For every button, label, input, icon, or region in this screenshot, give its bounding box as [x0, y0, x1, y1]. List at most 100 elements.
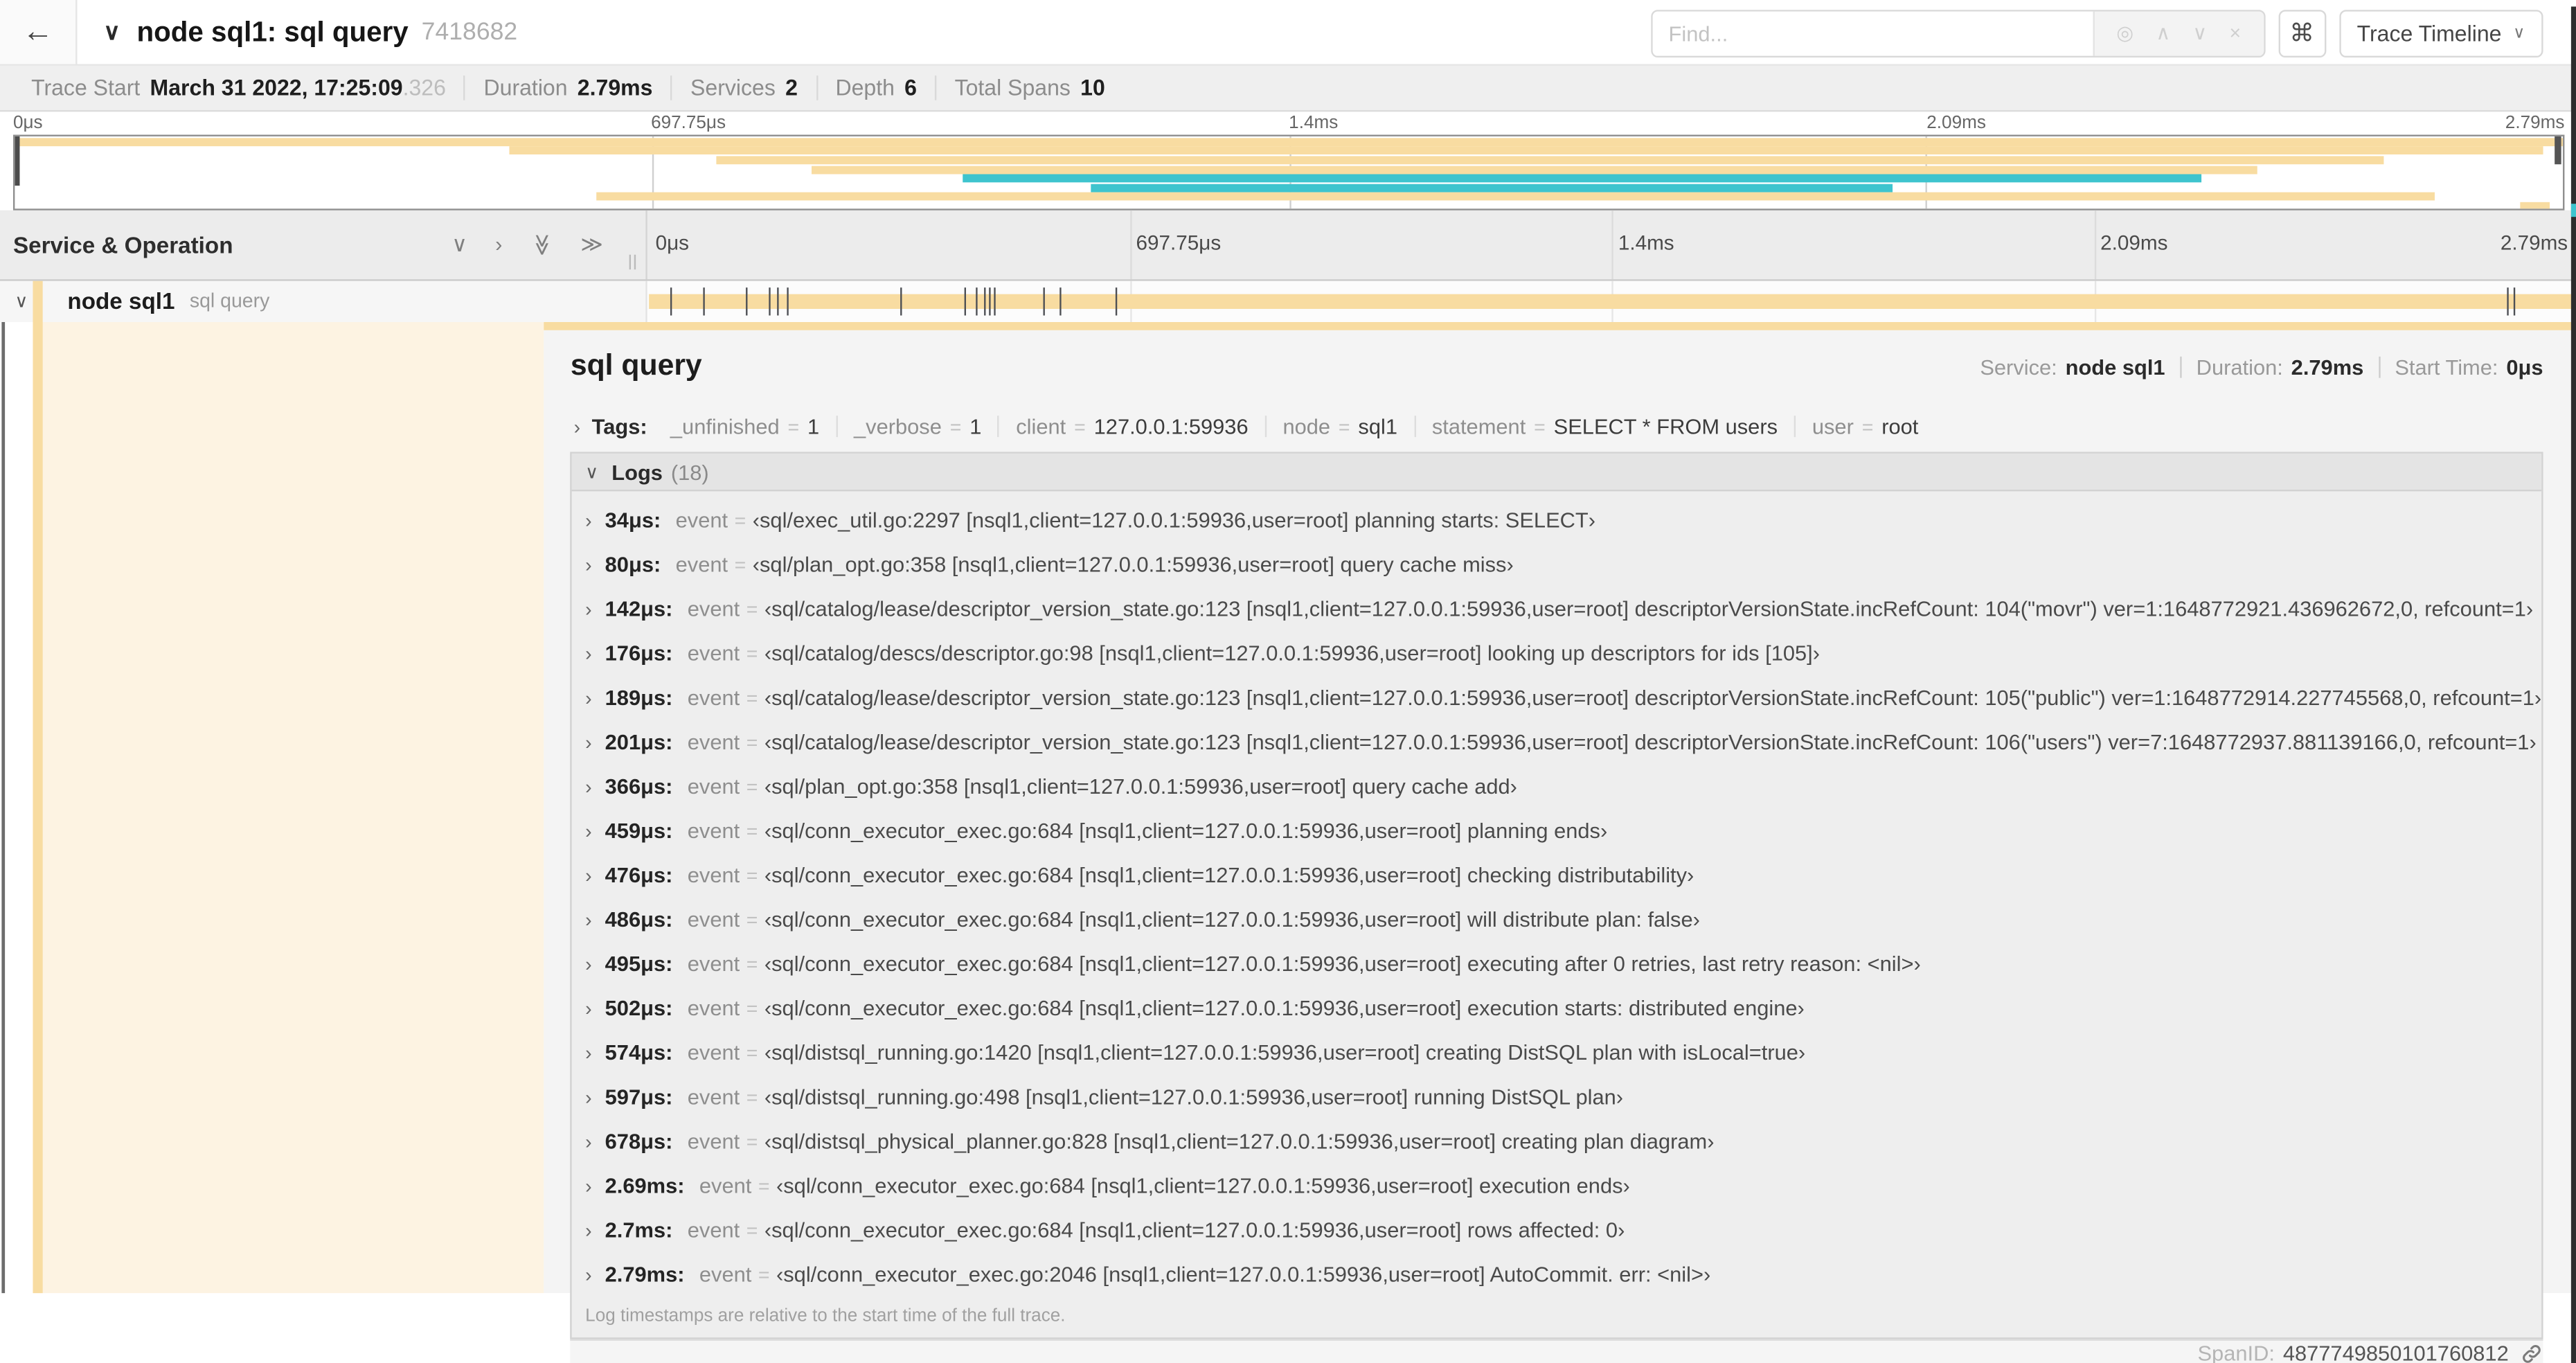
log-field-key: event: [687, 1085, 740, 1110]
ruler-tick: 0μs: [655, 231, 690, 254]
tags-list: _unfinished = 1 _verbose = 1 client = 12…: [654, 414, 1935, 439]
log-equals: =: [746, 597, 758, 621]
log-entry-row[interactable]: › 678μs: event = ‹sql/distsql_physical_p…: [572, 1119, 2541, 1164]
log-equals: =: [758, 1174, 770, 1197]
keyboard-shortcuts-button[interactable]: ⌘: [2278, 9, 2326, 57]
log-marker-tick[interactable]: [994, 287, 996, 315]
log-equals: =: [758, 1263, 770, 1286]
log-entry-row[interactable]: › 189μs: event = ‹sql/catalog/lease/desc…: [572, 675, 2541, 720]
log-field-key: event: [687, 685, 740, 711]
logs-header[interactable]: ∨ Logs (18): [572, 454, 2542, 492]
viewport-scrubber-right[interactable]: [2555, 135, 2561, 164]
spanid-label: SpanID:: [2197, 1341, 2275, 1363]
timeline-gridline: [1129, 209, 1132, 279]
log-equals: =: [746, 952, 758, 976]
log-entry-row[interactable]: › 366μs: event = ‹sql/plan_opt.go:358 [n…: [572, 764, 2541, 808]
log-marker-tick[interactable]: [989, 287, 992, 315]
log-entry-row[interactable]: › 34μs: event = ‹sql/exec_util.go:2297 […: [572, 498, 2541, 542]
log-marker-tick[interactable]: [702, 287, 705, 315]
tag-key: _verbose: [854, 414, 942, 439]
deep-link-icon[interactable]: [2520, 1342, 2543, 1363]
minimap-tick: 0μs: [12, 112, 43, 133]
tag-equals: =: [949, 415, 962, 438]
log-entry-row[interactable]: › 459μs: event = ‹sql/conn_executor_exec…: [572, 808, 2541, 853]
timeline-gridline: [2093, 209, 2096, 279]
log-marker-tick[interactable]: [786, 287, 788, 315]
log-marker-tick[interactable]: [1059, 287, 1062, 315]
log-marker-tick[interactable]: [964, 287, 967, 315]
logs-footnote: Log timestamps are relative to the start…: [585, 1306, 1066, 1326]
log-field-key: event: [687, 818, 740, 844]
timeline-main: Service & Operation ∨ › ≫ ≫ 0μs 697.75μs…: [0, 209, 2576, 1363]
log-marker-tick[interactable]: [778, 287, 780, 315]
meta-value: 0μs: [2506, 355, 2543, 380]
locate-icon[interactable]: ◎: [2116, 21, 2134, 44]
chevron-right-icon: ›: [585, 863, 592, 887]
log-entry-row[interactable]: › 2.79ms: event = ‹sql/conn_executor_exe…: [572, 1252, 2541, 1297]
find-next-icon[interactable]: ∨: [2192, 21, 2207, 44]
find-input[interactable]: [1652, 10, 2093, 55]
log-entry-row[interactable]: › 80μs: event = ‹sql/plan_opt.go:358 [ns…: [572, 542, 2541, 587]
summary-item: Depth 6: [817, 75, 937, 100]
log-field-value: ‹sql/conn_executor_exec.go:684 [nsql1,cl…: [776, 1173, 1630, 1198]
tag-equals: =: [787, 415, 800, 438]
log-marker-tick[interactable]: [976, 287, 978, 315]
detail-span-bar[interactable]: [544, 321, 2576, 331]
span-collapse-icon[interactable]: ∨: [15, 290, 28, 311]
log-entry-row[interactable]: › 201μs: event = ‹sql/catalog/lease/desc…: [572, 720, 2541, 764]
log-entry-row[interactable]: › 176μs: event = ‹sql/catalog/descs/desc…: [572, 631, 2541, 675]
summary-label: Total Spans: [954, 75, 1071, 100]
tags-accordian[interactable]: › Tags: _unfinished = 1 _verbose = 1 cli…: [571, 414, 2543, 439]
log-entry-row[interactable]: › 597μs: event = ‹sql/distsql_running.go…: [572, 1075, 2541, 1119]
expand-one-icon[interactable]: ›: [495, 231, 502, 258]
log-marker-tick[interactable]: [769, 287, 771, 315]
column-resizer-grip[interactable]: [629, 253, 636, 269]
log-marker-tick[interactable]: [1116, 287, 1118, 315]
log-entry-row[interactable]: › 2.69ms: event = ‹sql/conn_executor_exe…: [572, 1164, 2541, 1208]
log-field-key: event: [687, 951, 740, 977]
view-type-label: Trace Timeline: [2356, 20, 2502, 46]
log-entry-row[interactable]: › 502μs: event = ‹sql/conn_executor_exec…: [572, 986, 2541, 1031]
log-field-value: ‹sql/catalog/lease/descriptor_version_st…: [764, 729, 2537, 755]
log-marker-tick[interactable]: [1044, 287, 1046, 315]
log-entry-row[interactable]: › 495μs: event = ‹sql/conn_executor_exec…: [572, 942, 2541, 986]
span-row-name-cell[interactable]: ∨ node sql1 sql query: [0, 280, 647, 322]
log-marker-tick[interactable]: [745, 287, 747, 315]
minimap-spans: [15, 137, 2564, 208]
chevron-right-icon: ›: [585, 952, 592, 976]
log-entry-row[interactable]: › 486μs: event = ‹sql/conn_executor_exec…: [572, 898, 2541, 942]
summary-suffix: .326: [402, 75, 446, 100]
chevron-right-icon: ›: [585, 997, 592, 1020]
log-timestamp: 597μs:: [605, 1085, 673, 1110]
trace-minimap[interactable]: [12, 134, 2565, 210]
collapse-trace-icon[interactable]: ∨: [103, 18, 120, 46]
find-clear-icon[interactable]: ×: [2229, 21, 2241, 44]
logs-count: (18): [670, 459, 709, 484]
tag-equals: =: [1861, 415, 1874, 438]
log-marker-tick[interactable]: [670, 287, 673, 315]
span-duration-bar[interactable]: [649, 293, 2573, 310]
log-timestamp: 142μs:: [605, 596, 673, 622]
view-type-dropdown[interactable]: Trace Timeline ∨: [2338, 9, 2543, 57]
expand-all-icon[interactable]: ≫: [580, 231, 602, 258]
log-marker-tick[interactable]: [2514, 287, 2516, 315]
log-entry-row[interactable]: › 2.7ms: event = ‹sql/conn_executor_exec…: [572, 1208, 2541, 1252]
log-entry-row[interactable]: › 476μs: event = ‹sql/conn_executor_exec…: [572, 853, 2541, 898]
log-entry-row[interactable]: › 574μs: event = ‹sql/distsql_running.go…: [572, 1031, 2541, 1075]
log-entry-row[interactable]: › 142μs: event = ‹sql/catalog/lease/desc…: [572, 587, 2541, 631]
tag-equals: =: [1338, 415, 1350, 438]
back-button[interactable]: ←: [0, 0, 78, 64]
viewport-scrubber-left[interactable]: [15, 135, 20, 186]
collapse-one-icon[interactable]: ∨: [451, 231, 467, 258]
log-marker-tick[interactable]: [983, 287, 985, 315]
collapse-all-icon[interactable]: ≫: [528, 233, 555, 255]
log-marker-tick[interactable]: [2507, 287, 2509, 315]
tag-value: 127.0.0.1:59936: [1093, 414, 1249, 439]
log-equals: =: [746, 686, 758, 709]
find-prev-icon[interactable]: ∧: [2156, 21, 2170, 44]
log-field-key: event: [687, 641, 740, 666]
minimap-span-bar: [963, 174, 2201, 183]
log-field-value: ‹sql/catalog/descs/descriptor.go:98 [nsq…: [764, 641, 1821, 666]
log-field-key: event: [675, 552, 728, 577]
log-marker-tick[interactable]: [900, 287, 902, 315]
